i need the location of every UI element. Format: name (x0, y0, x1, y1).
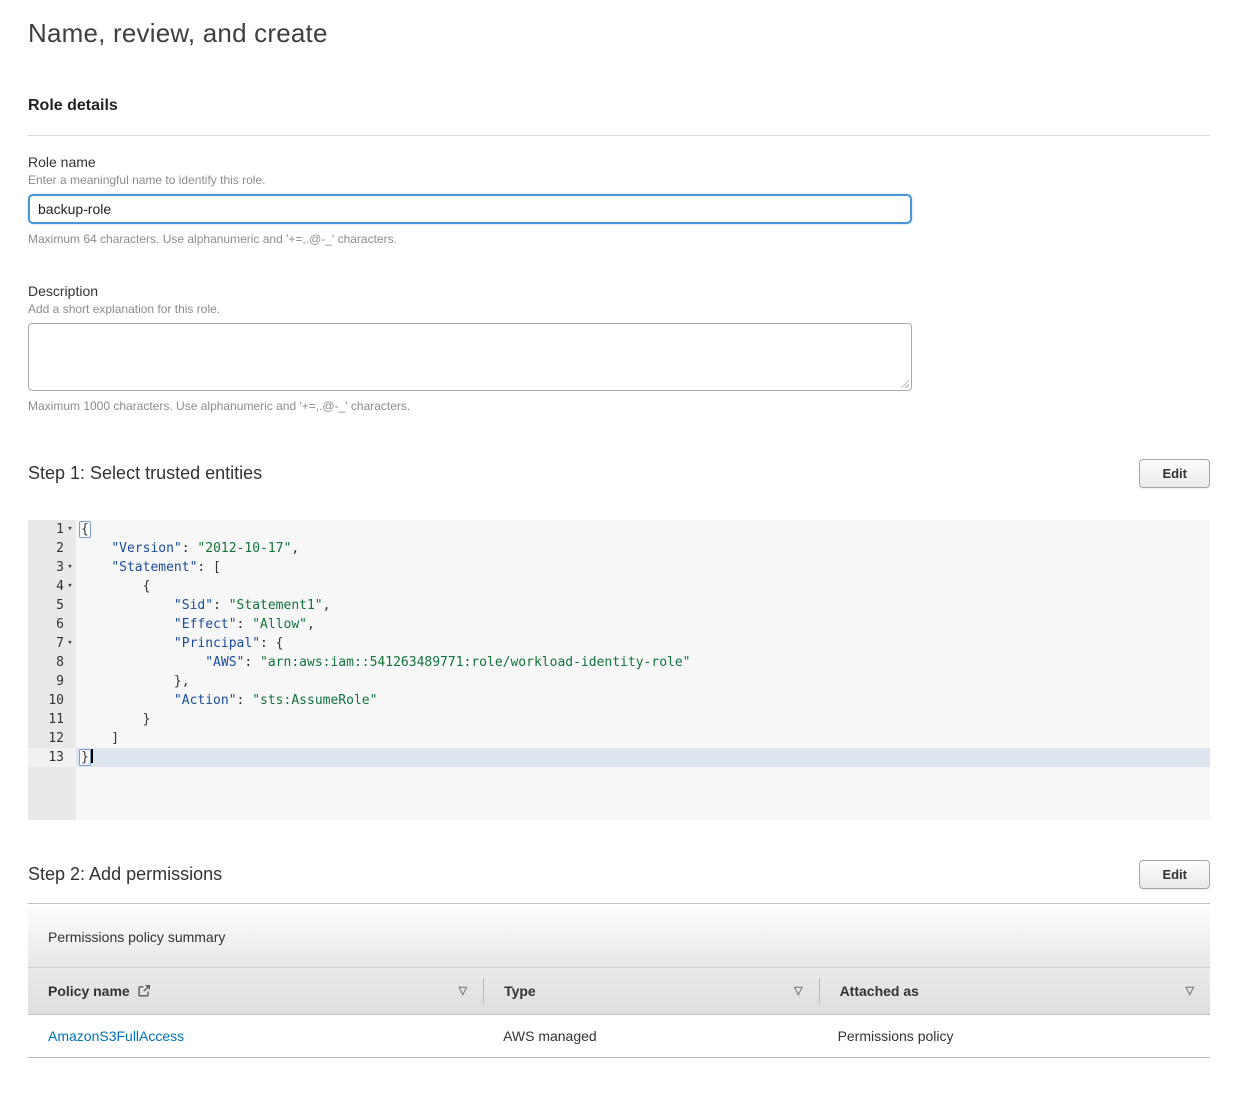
fold-arrow-icon[interactable]: ▾ (64, 577, 76, 596)
step2-edit-button[interactable]: Edit (1139, 860, 1210, 889)
code-line[interactable]: 11 } (28, 710, 1210, 729)
permissions-panel-title: Permissions policy summary (48, 929, 225, 945)
line-number: 5 (28, 596, 76, 615)
code-line[interactable]: 10 "Action": "sts:AssumeRole" (28, 691, 1210, 710)
code-line[interactable]: 6 "Effect": "Allow", (28, 615, 1210, 634)
description-field: Description Add a short explanation for … (28, 283, 1210, 413)
fold-arrow-icon (64, 710, 76, 729)
trust-policy-editor[interactable]: 1▾{2 "Version": "2012-10-17",3▾ "Stateme… (28, 520, 1210, 820)
code-line[interactable]: 9 }, (28, 672, 1210, 691)
column-header-policy-name[interactable]: Policy name ▽ (28, 968, 483, 1014)
code-line[interactable]: 3▾ "Statement": [ (28, 558, 1210, 577)
code-line[interactable]: 2 "Version": "2012-10-17", (28, 539, 1210, 558)
external-link-icon (137, 984, 151, 998)
step2-header-row: Step 2: Add permissions Edit (28, 860, 1210, 889)
code-line[interactable]: 7▾ "Principal": { (28, 634, 1210, 653)
description-textarea-wrap (28, 323, 912, 391)
line-number: 11 (28, 710, 76, 729)
description-label: Description (28, 283, 1210, 299)
column-header-attached-as[interactable]: Attached as ▽ (820, 968, 1210, 1014)
code-line[interactable]: 1▾{ (28, 520, 1210, 539)
line-number: 7▾ (28, 634, 76, 653)
line-number: 3▾ (28, 558, 76, 577)
fold-arrow-icon[interactable]: ▾ (64, 634, 76, 653)
description-textarea[interactable] (28, 323, 912, 391)
code-line[interactable]: 4▾ { (28, 577, 1210, 596)
code-lines: 1▾{2 "Version": "2012-10-17",3▾ "Stateme… (28, 520, 1210, 767)
fold-arrow-icon[interactable]: ▾ (64, 558, 76, 577)
line-number: 13 (28, 748, 76, 767)
step2-divider (28, 903, 1210, 904)
policy-name-link[interactable]: AmazonS3FullAccess (48, 1028, 184, 1044)
permissions-panel-header: Permissions policy summary (28, 906, 1210, 968)
role-name-constraint: Maximum 64 characters. Use alphanumeric … (28, 232, 1210, 246)
line-number: 9 (28, 672, 76, 691)
fold-arrow-icon (64, 748, 76, 767)
fold-arrow-icon[interactable]: ▾ (64, 520, 76, 539)
description-constraint: Maximum 1000 characters. Use alphanumeri… (28, 399, 1210, 413)
role-details-heading: Role details (28, 97, 1210, 115)
policy-type-cell: AWS managed (483, 1028, 818, 1044)
permissions-table-header: Policy name ▽ Type ▽ Attached as ▽ (28, 968, 1210, 1015)
step1-edit-button[interactable]: Edit (1139, 459, 1210, 488)
role-name-field: Role name Enter a meaningful name to ide… (28, 154, 1210, 246)
line-number: 1▾ (28, 520, 76, 539)
page-title: Name, review, and create (28, 18, 1210, 49)
line-number: 10 (28, 691, 76, 710)
code-line[interactable]: 13} (28, 748, 1210, 767)
role-details-divider (28, 135, 1210, 136)
fold-arrow-icon (64, 653, 76, 672)
fold-arrow-icon (64, 729, 76, 748)
text-cursor (91, 749, 93, 763)
line-number: 12 (28, 729, 76, 748)
permissions-panel: Permissions policy summary Policy name ▽… (28, 906, 1210, 1058)
role-name-help: Enter a meaningful name to identify this… (28, 173, 1210, 187)
fold-arrow-icon (64, 672, 76, 691)
role-name-label: Role name (28, 154, 1210, 170)
step2-heading: Step 2: Add permissions (28, 864, 222, 885)
policy-attached-as-cell: Permissions policy (818, 1028, 1210, 1044)
fold-arrow-icon (64, 691, 76, 710)
role-name-input[interactable] (28, 194, 912, 224)
step1-header-row: Step 1: Select trusted entities Edit (28, 459, 1210, 488)
code-line[interactable]: 12 ] (28, 729, 1210, 748)
fold-arrow-icon (64, 596, 76, 615)
column-header-type[interactable]: Type ▽ (484, 968, 819, 1014)
fold-arrow-icon (64, 539, 76, 558)
line-number: 2 (28, 539, 76, 558)
line-number: 8 (28, 653, 76, 672)
filter-dropdown-icon[interactable]: ▽ (457, 982, 469, 1001)
create-role-review-page: Name, review, and create Role details Ro… (0, 0, 1242, 1118)
filter-dropdown-icon[interactable]: ▽ (792, 982, 804, 1001)
code-line[interactable]: 8 "AWS": "arn:aws:iam::541263489771:role… (28, 653, 1210, 672)
line-number: 6 (28, 615, 76, 634)
description-help: Add a short explanation for this role. (28, 302, 1210, 316)
filter-dropdown-icon[interactable]: ▽ (1184, 982, 1196, 1001)
code-line[interactable]: 5 "Sid": "Statement1", (28, 596, 1210, 615)
line-number: 4▾ (28, 577, 76, 596)
step1-heading: Step 1: Select trusted entities (28, 463, 262, 484)
fold-arrow-icon (64, 615, 76, 634)
